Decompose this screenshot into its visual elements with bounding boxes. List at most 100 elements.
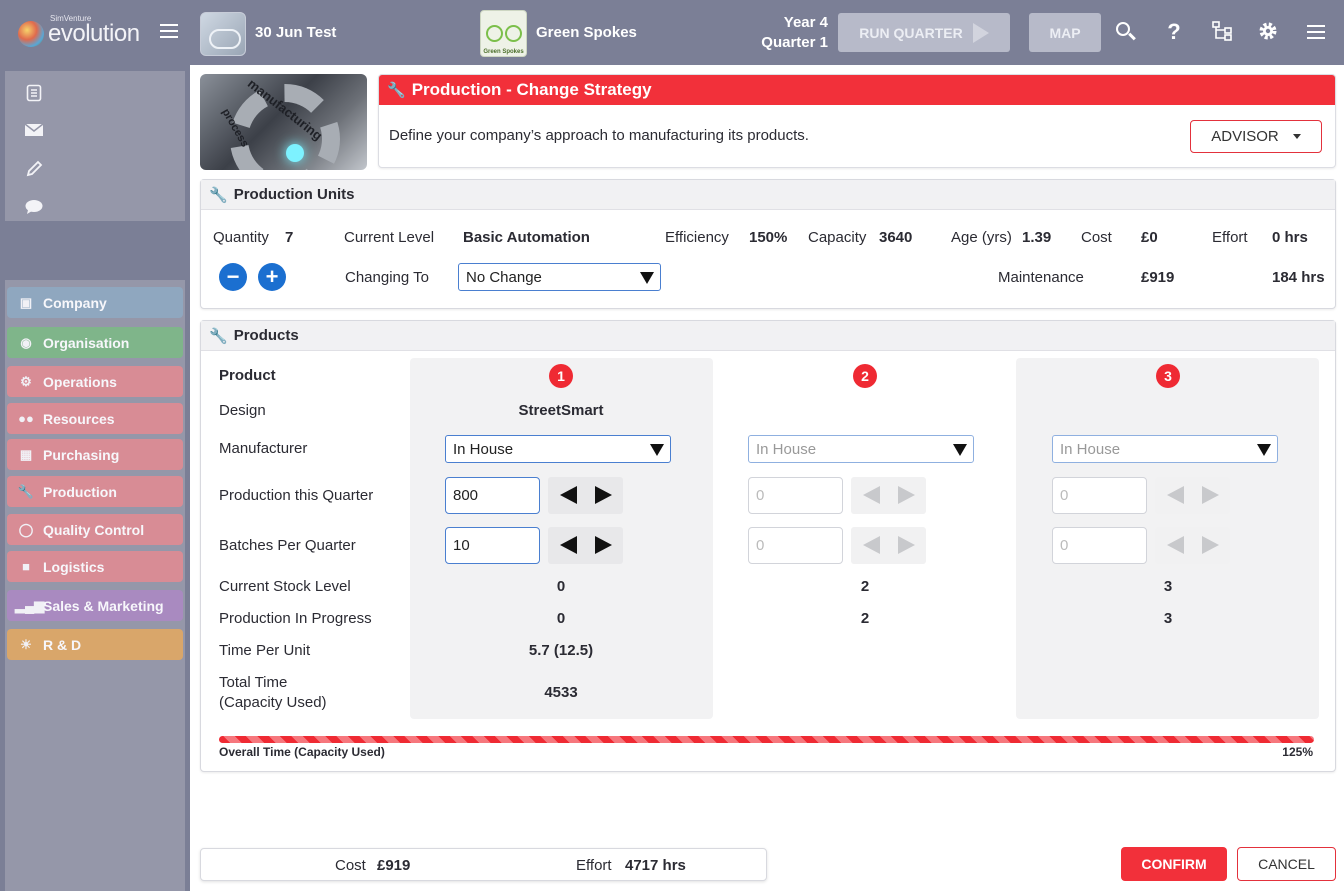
period-indicator: Year 4 Quarter 1 xyxy=(756,13,828,53)
strategy-description: Define your company’s approach to manufa… xyxy=(389,127,809,144)
dropdown-arrow-icon xyxy=(953,444,967,456)
production-units-panel: 🔧 Production Units Quantity 7 Current Le… xyxy=(200,179,1336,309)
arrow-left-icon[interactable] xyxy=(863,536,880,554)
map-label: MAP xyxy=(1049,24,1081,41)
sidebar-tools xyxy=(5,71,185,221)
magnifier-check-icon: ◯ xyxy=(18,521,34,537)
product-number-badge: 3 xyxy=(1156,364,1180,388)
sidebar-item-production[interactable]: 🔧 Production xyxy=(7,476,183,507)
sidebar-item-quality-control[interactable]: ◯ Quality Control xyxy=(7,514,183,545)
clipboard-icon[interactable] xyxy=(24,83,44,103)
stock-row-label: Current Stock Level xyxy=(219,578,351,595)
manufacturer-select-1[interactable]: In House xyxy=(445,435,671,463)
sidebar-item-operations[interactable]: ⚙ Operations xyxy=(7,366,183,397)
team-logo: Green Spokes xyxy=(480,10,527,57)
sidebar-item-label: R & D xyxy=(43,636,82,653)
arrow-right-icon[interactable] xyxy=(898,486,915,504)
production-stepper-1[interactable] xyxy=(548,477,623,514)
quantity-label: Quantity xyxy=(213,229,269,246)
strategy-card: 🔧 Production - Change Strategy Define yo… xyxy=(378,74,1336,168)
stock-value: 3 xyxy=(1163,578,1173,595)
time-per-unit-row-label: Time Per Unit xyxy=(219,642,311,659)
panel-header: 🔧 Production Units xyxy=(201,180,1335,210)
sidebar-item-sales-marketing[interactable]: ▂▄▆ Sales & Marketing xyxy=(7,590,183,621)
changing-to-select[interactable]: No Change xyxy=(458,263,661,291)
production-input-2[interactable]: 0 xyxy=(748,477,843,514)
pencil-icon[interactable] xyxy=(24,160,44,180)
batches-input-2[interactable]: 0 xyxy=(748,527,843,564)
batches-stepper-3[interactable] xyxy=(1155,527,1230,564)
arrow-left-icon[interactable] xyxy=(1167,536,1184,554)
manufacturer-value: In House xyxy=(1060,440,1121,458)
run-quarter-button[interactable]: RUN QUARTER xyxy=(838,13,1010,52)
sidebar-item-purchasing[interactable]: ▦ Purchasing xyxy=(7,439,183,470)
search-icon[interactable] xyxy=(1114,20,1138,44)
production-stepper-2[interactable] xyxy=(851,477,926,514)
totals-bar: Cost £919 Effort 4717 hrs xyxy=(200,848,767,881)
age-label: Age (yrs) xyxy=(951,229,1012,246)
sidebar-item-company[interactable]: ▣ Company xyxy=(7,287,183,318)
sidebar-item-resources[interactable]: ●● Resources xyxy=(7,403,183,434)
dropdown-arrow-icon xyxy=(640,272,654,284)
sidebar-item-label: Purchasing xyxy=(43,446,120,463)
help-icon[interactable]: ? xyxy=(1162,20,1186,44)
cancel-button[interactable]: CANCEL xyxy=(1237,847,1336,881)
chat-icon[interactable] xyxy=(24,199,44,219)
sidebar: ▣ Company ◉ Organisation ⚙ Operations ●● Res… xyxy=(0,65,190,891)
strategy-title: Production - Change Strategy xyxy=(411,80,652,99)
sidebar-item-organisation[interactable]: ◉ Organisation xyxy=(7,327,183,358)
arrow-left-icon[interactable] xyxy=(863,486,880,504)
wrench-icon: 🔧 xyxy=(209,186,228,204)
dropdown-arrow-icon xyxy=(650,444,664,456)
changing-to-label: Changing To xyxy=(345,269,429,286)
manufacturer-select-2[interactable]: In House xyxy=(748,435,974,463)
advisor-button[interactable]: ADVISOR xyxy=(1190,120,1322,153)
wrench-icon: 🔧 xyxy=(209,327,228,345)
org-chart-icon[interactable] xyxy=(1210,20,1234,44)
quantity-value: 7 xyxy=(285,229,294,246)
sidebar-item-r-and-d[interactable]: ☀ R & D xyxy=(7,629,183,660)
production-value: 800 xyxy=(453,487,479,504)
decrease-quantity-button[interactable]: − xyxy=(219,263,247,291)
sidebar-item-logistics[interactable]: ■ Logistics xyxy=(7,551,183,582)
arrow-right-icon[interactable] xyxy=(898,536,915,554)
total-effort-value: 4717 hrs xyxy=(625,857,686,874)
cost-label: Cost xyxy=(1081,229,1112,246)
production-value: 0 xyxy=(756,487,765,504)
batches-stepper-1[interactable] xyxy=(548,527,623,564)
bicycle-wheel-icon xyxy=(505,25,522,42)
batches-stepper-2[interactable] xyxy=(851,527,926,564)
year-label: Year 4 xyxy=(783,14,828,31)
arrow-right-icon[interactable] xyxy=(595,536,612,554)
arrow-right-icon[interactable] xyxy=(1202,486,1219,504)
maintenance-cost: £919 xyxy=(1141,269,1175,286)
confirm-button[interactable]: CONFIRM xyxy=(1121,847,1227,881)
gear-icon[interactable] xyxy=(1256,20,1280,44)
manufacturer-select-3[interactable]: In House xyxy=(1052,435,1278,463)
play-icon xyxy=(972,22,989,43)
in-progress-row-label: Production In Progress xyxy=(219,610,372,627)
batches-input-1[interactable]: 10 xyxy=(445,527,540,564)
manufacturer-value: In House xyxy=(756,440,817,458)
production-input-3[interactable]: 0 xyxy=(1052,477,1147,514)
manufacturing-process-image: manufacturing process xyxy=(200,74,367,170)
map-button[interactable]: MAP xyxy=(1029,13,1101,52)
menu-icon[interactable] xyxy=(1307,25,1325,43)
increase-quantity-button[interactable]: + xyxy=(258,263,286,291)
org-icon: ◉ xyxy=(20,334,32,350)
sidebar-toggle-icon[interactable] xyxy=(160,24,178,38)
production-stepper-3[interactable] xyxy=(1155,477,1230,514)
batches-input-3[interactable]: 0 xyxy=(1052,527,1147,564)
mail-icon[interactable] xyxy=(24,122,44,142)
time-per-unit-value: 5.7 (12.5) xyxy=(528,642,594,659)
batches-row-label: Batches Per Quarter xyxy=(219,537,356,554)
arrow-right-icon[interactable] xyxy=(595,486,612,504)
arrow-left-icon[interactable] xyxy=(560,486,577,504)
arrow-left-icon[interactable] xyxy=(560,536,577,554)
app-logo[interactable]: SimVenture evolution xyxy=(18,14,140,50)
efficiency-label: Efficiency xyxy=(665,229,729,246)
production-input-1[interactable]: 800 xyxy=(445,477,540,514)
gear-graphic xyxy=(230,84,340,170)
arrow-right-icon[interactable] xyxy=(1202,536,1219,554)
arrow-left-icon[interactable] xyxy=(1167,486,1184,504)
